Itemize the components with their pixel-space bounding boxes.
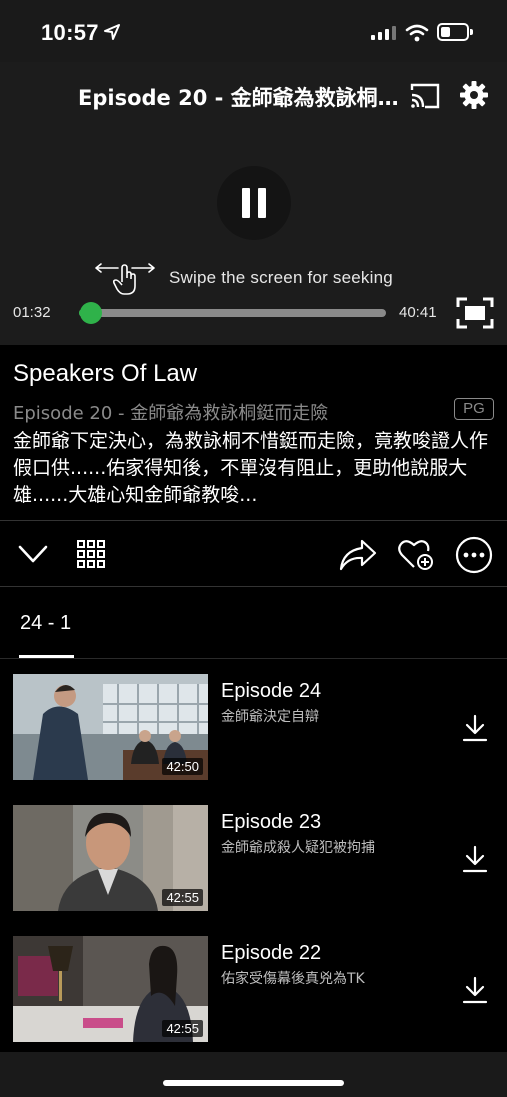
episode-duration: 42:55: [162, 889, 203, 906]
status-bar: 10:57: [0, 0, 507, 62]
pause-button[interactable]: [217, 166, 291, 240]
episode-row[interactable]: 42:50 Episode 24 金師爺決定自辯: [13, 674, 503, 780]
episode-duration: 42:50: [162, 758, 203, 775]
battery-icon: [437, 23, 473, 41]
episode-title: Episode 23: [221, 811, 322, 833]
pause-icon: [242, 188, 250, 218]
download-icon[interactable]: [462, 976, 488, 1004]
episode-row[interactable]: 42:55 Episode 23 金師爺成殺人疑犯被拘捕: [13, 805, 503, 911]
fullscreen-icon[interactable]: [456, 297, 494, 329]
episode-row[interactable]: 42:55 Episode 22 佑家受傷幕後真兇為TK: [13, 936, 503, 1042]
episode-title: Episode 22: [221, 942, 322, 964]
episode-title: Episode 24: [221, 680, 322, 702]
divider: [0, 520, 507, 521]
home-indicator[interactable]: [163, 1080, 344, 1086]
player-title: Episode 20 - 金師爺為救詠桐鋌而走險: [78, 86, 408, 110]
episode-summary: 金師爺決定自辯: [221, 709, 319, 725]
chevron-down-icon[interactable]: [17, 540, 49, 568]
episode-duration: 42:55: [162, 1020, 203, 1037]
episode-thumbnail[interactable]: 42:55: [13, 936, 208, 1042]
video-player[interactable]: Episode 20 - 金師爺為救詠桐鋌而走險 Swipe the: [0, 62, 507, 345]
swipe-hint: Swipe the screen for seeking: [94, 260, 393, 296]
seek-handle[interactable]: [79, 302, 102, 324]
favorite-add-icon[interactable]: [397, 537, 435, 573]
status-time: 10:57: [41, 20, 99, 45]
episode-thumbnail[interactable]: 42:55: [13, 805, 208, 911]
episode-thumbnail[interactable]: 42:50: [13, 674, 208, 780]
download-icon[interactable]: [462, 845, 488, 873]
episode-description[interactable]: 金師爺下定決心，為救詠桐不惜鋌而走險，竟教唆證人作假口供......佑家得知後，…: [13, 428, 493, 509]
swipe-hint-text: Swipe the screen for seeking: [169, 268, 393, 287]
episode-subtitle: Episode 20 - 金師爺為救詠桐鋌而走險: [13, 403, 329, 424]
home-bar-area: [0, 1052, 507, 1097]
share-icon[interactable]: [338, 538, 378, 572]
seek-bar[interactable]: [79, 309, 386, 317]
cellular-signal-icon: [371, 26, 396, 40]
episode-summary: 金師爺成殺人疑犯被拘捕: [221, 840, 375, 856]
episode-summary: 佑家受傷幕後真兇為TK: [221, 971, 365, 987]
download-icon[interactable]: [462, 714, 488, 742]
wifi-icon: [405, 24, 429, 42]
divider: [0, 586, 507, 587]
total-time: 40:41: [399, 304, 437, 321]
tab-episode-range[interactable]: 24 - 1: [20, 612, 71, 635]
swipe-hand-icon: [95, 263, 155, 295]
gear-icon[interactable]: [459, 80, 489, 110]
current-time: 01:32: [13, 304, 51, 321]
show-title: Speakers Of Law: [13, 360, 198, 387]
grid-icon[interactable]: [77, 540, 105, 568]
more-icon[interactable]: [455, 536, 493, 574]
location-arrow-icon: [104, 24, 120, 40]
cast-icon[interactable]: [409, 82, 441, 110]
divider: [0, 658, 507, 659]
rating-badge: PG: [454, 398, 494, 420]
